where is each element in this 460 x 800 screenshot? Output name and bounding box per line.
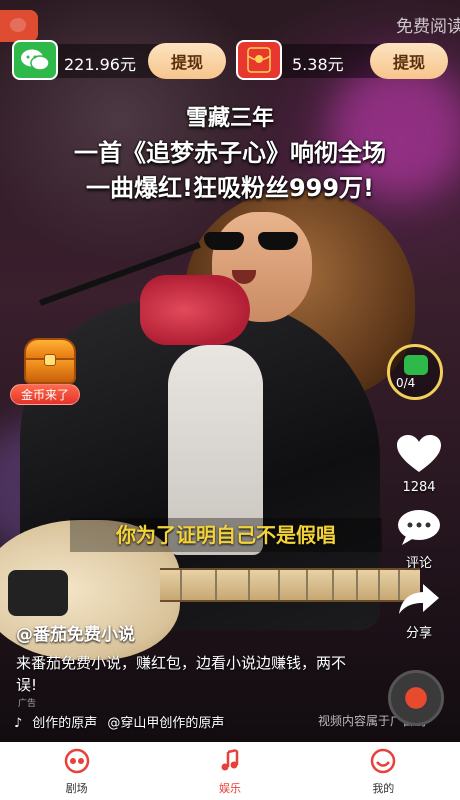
share-button[interactable]: 分享 <box>392 582 446 641</box>
bottom-nav: 剧场 娱乐 我的 <box>0 742 460 800</box>
withdraw-button-2[interactable]: 提现 <box>370 43 448 79</box>
music-name-2: @穿山甲创作的原声 <box>107 716 225 731</box>
hongbao-amount: 5.38元 <box>292 55 344 74</box>
theater-icon <box>64 748 89 774</box>
performer-hand <box>140 275 250 345</box>
share-label: 分享 <box>405 626 432 641</box>
like-count: 1284 <box>402 480 436 495</box>
nav-item-profile[interactable]: 我的 <box>307 742 460 800</box>
share-arrow-icon <box>399 584 439 614</box>
music-note-icon: ♪ <box>14 716 23 731</box>
headline-line-1: 雪藏三年 <box>185 106 274 131</box>
comment-label: 评论 <box>405 556 432 571</box>
headline-line-2: 一首《追梦赤子心》响彻全场 <box>74 139 386 167</box>
music-info[interactable]: ♪ 创作的原声 @穿山甲创作的原声 <box>14 712 234 731</box>
heart-icon <box>397 435 441 472</box>
ad-tag: 广告 <box>18 699 37 709</box>
withdraw-button[interactable]: 提现 <box>148 43 226 79</box>
comment-icon <box>398 510 440 545</box>
wechat-small-icon <box>404 355 428 375</box>
headline-line-3: 一曲爆红!狂吸粉丝999万! <box>86 174 374 202</box>
music-name-1: 创作的原声 <box>32 716 98 731</box>
treasure-chest-icon[interactable] <box>18 338 82 388</box>
sunglasses <box>204 232 298 250</box>
task-progress-text: 0/4 <box>396 376 416 390</box>
profile-icon <box>371 748 396 774</box>
wechat-icon <box>12 40 58 80</box>
comment-button[interactable]: 评论 <box>392 508 446 571</box>
book-tag-icon[interactable] <box>0 10 38 42</box>
red-envelope-icon <box>236 40 282 80</box>
video-subtitle: 你为了证明自己不是假唱 <box>70 518 382 552</box>
music-note-icon <box>221 748 239 771</box>
nav-item-theater[interactable]: 剧场 <box>0 742 153 800</box>
gold-coins-label[interactable]: 金币来了 <box>10 384 81 405</box>
like-button[interactable]: 1284 <box>392 434 446 495</box>
author-name[interactable]: @番茄免费小说 <box>16 620 135 645</box>
nav-label-entertainment: 娱乐 <box>218 782 241 795</box>
wechat-amount: 221.96元 <box>64 55 136 74</box>
video-description: 来番茄免费小说，赚红包，边看小说边赚钱，两不误! <box>16 654 347 694</box>
free-read-label: 免费阅读 <box>396 17 460 37</box>
nav-label-profile: 我的 <box>372 782 395 795</box>
task-progress-ring[interactable] <box>387 344 443 400</box>
nav-item-entertainment[interactable]: 娱乐 <box>153 742 306 800</box>
nav-label-theater: 剧场 <box>65 782 88 795</box>
music-record-icon[interactable] <box>388 670 444 726</box>
